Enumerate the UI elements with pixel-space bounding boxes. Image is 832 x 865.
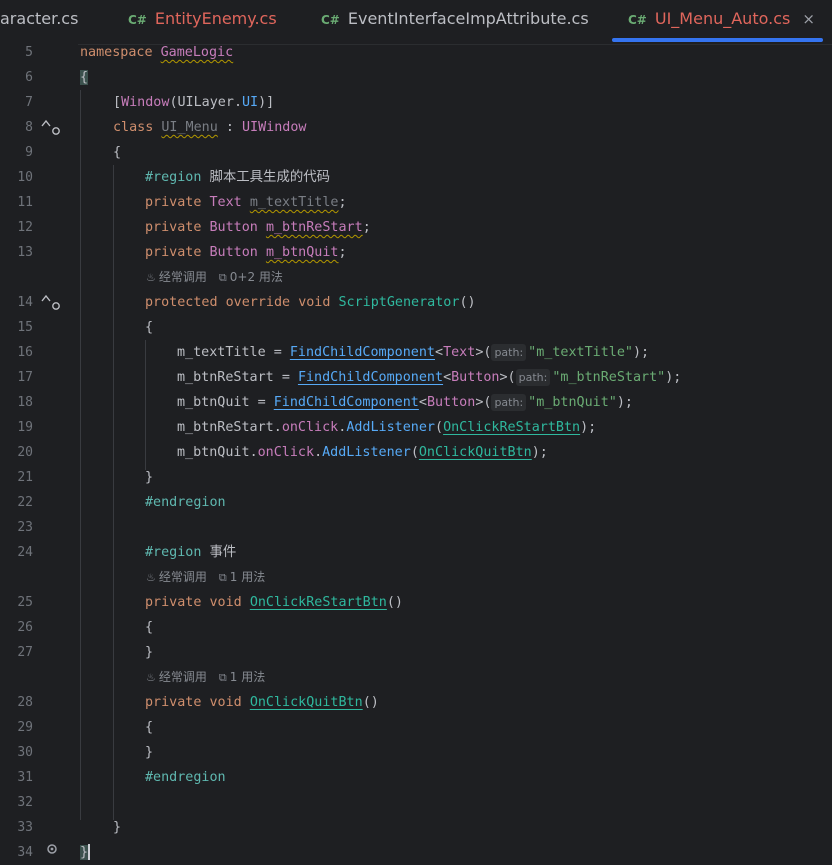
tab-ui-menu-auto[interactable]: C# UI_Menu_Auto.cs ×	[612, 0, 823, 44]
code-line: }	[80, 844, 91, 860]
indent-guide	[80, 90, 81, 820]
flame-icon: ♨	[146, 571, 156, 584]
line-number: 22	[17, 495, 33, 510]
code-vision-hint[interactable]: ♨ 经常调用 ⧉ 1 用法	[146, 665, 265, 690]
line-number: 19	[17, 420, 33, 435]
flame-icon: ♨	[146, 671, 156, 684]
code-line: {	[145, 320, 154, 335]
close-icon[interactable]: ×	[802, 10, 815, 28]
tab-event-interface[interactable]: C# EventInterfaceImpAttribute.cs	[321, 0, 589, 44]
code-line: private void OnClickQuitBtn()	[145, 695, 379, 710]
code-line: #region 事件	[145, 545, 237, 560]
line-number-gutter: 5 6 7 8 9 10 11 12 13 14 15 16 17 18 19 …	[0, 44, 78, 860]
tab-label: aracter.cs	[0, 9, 79, 28]
line-number: 34	[17, 845, 33, 860]
code-line: m_btnQuit.onClick.AddListener(OnClickQui…	[177, 445, 548, 460]
line-number: 11	[17, 195, 33, 210]
line-number: 25	[17, 595, 33, 610]
line-number: 9	[25, 145, 33, 160]
line-number: 21	[17, 470, 33, 485]
line-number: 20	[17, 445, 33, 460]
code-line: [Window(UILayer.UI)]	[113, 95, 275, 110]
line-number: 14	[17, 295, 33, 310]
line-number: 26	[17, 620, 33, 635]
usages-icon: ⧉	[218, 571, 227, 584]
code-line: #region 脚本工具生成的代码	[145, 170, 331, 185]
code-line: {	[145, 620, 154, 635]
code-line: #endregion	[145, 770, 226, 785]
code-line: }	[145, 470, 154, 485]
line-number: 6	[25, 70, 33, 85]
indent-guide	[145, 340, 146, 470]
editor-tab-bar: aracter.cs C# EntityEnemy.cs C# EventInter…	[0, 0, 832, 45]
line-number: 17	[17, 370, 33, 385]
usages-icon: ⧉	[218, 671, 227, 684]
usages-icon: ⧉	[218, 271, 227, 284]
line-number: 10	[17, 170, 33, 185]
code-line: m_btnReStart = FindChildComponent<Button…	[177, 369, 682, 386]
code-line: m_textTitle = FindChildComponent<Text>(p…	[177, 344, 650, 361]
line-number: 7	[25, 95, 33, 110]
code-line: namespace GameLogic	[80, 45, 234, 60]
line-number: 31	[17, 770, 33, 785]
tab-label: EventInterfaceImpAttribute.cs	[347, 9, 589, 28]
code-line: private void OnClickReStartBtn()	[145, 595, 403, 610]
code-line: m_btnReStart.onClick.AddListener(OnClick…	[177, 420, 597, 435]
code-line: }	[145, 645, 154, 660]
csharp-file-icon: C#	[628, 13, 647, 27]
line-number: 28	[17, 695, 33, 710]
code-line: m_btnQuit = FindChildComponent<Button>(p…	[177, 394, 633, 411]
code-line: private Text m_textTitle;	[145, 195, 347, 210]
text-cursor	[88, 844, 91, 860]
code-line: {	[145, 720, 154, 735]
override-marker-icon[interactable]	[40, 118, 62, 136]
indent-guide	[113, 165, 114, 820]
line-number: 29	[17, 720, 33, 735]
csharp-file-icon: C#	[321, 13, 340, 27]
line-number: 30	[17, 745, 33, 760]
line-number: 23	[17, 520, 33, 535]
gear-icon[interactable]	[44, 841, 60, 855]
line-number: 12	[17, 220, 33, 235]
tab-entity-enemy[interactable]: C# EntityEnemy.cs	[128, 0, 277, 44]
code-vision-hint[interactable]: ♨ 经常调用 ⧉ 1 用法	[146, 565, 265, 590]
code-line: private Button m_btnReStart;	[145, 220, 371, 235]
code-line: protected override void ScriptGenerator(…	[145, 295, 476, 310]
code-line: }	[113, 820, 122, 835]
active-tab-indicator	[612, 38, 823, 42]
line-number: 15	[17, 320, 33, 335]
line-number: 8	[25, 120, 33, 135]
flame-icon: ♨	[146, 271, 156, 284]
line-number: 13	[17, 245, 33, 260]
line-number: 33	[17, 820, 33, 835]
override-marker-icon[interactable]	[40, 293, 62, 311]
code-line: }	[145, 745, 154, 760]
tab-label: UI_Menu_Auto.cs	[654, 9, 791, 28]
code-editor[interactable]: namespace GameLogic { [Window(UILayer.UI…	[78, 44, 832, 860]
code-vision-hint[interactable]: ♨ 经常调用 ⧉ 0+2 用法	[146, 265, 283, 290]
code-line: #endregion	[145, 495, 226, 510]
tab-character[interactable]: aracter.cs	[0, 0, 78, 44]
tab-label: EntityEnemy.cs	[154, 9, 277, 28]
line-number: 27	[17, 645, 33, 660]
code-line: class UI_Menu : UIWindow	[113, 120, 307, 135]
line-number: 24	[17, 545, 33, 560]
code-line: {	[80, 70, 89, 85]
code-line: {	[113, 145, 122, 160]
line-number: 18	[17, 395, 33, 410]
csharp-file-icon: C#	[128, 13, 147, 27]
line-number: 32	[17, 795, 33, 810]
line-number: 16	[17, 345, 33, 360]
line-number: 5	[25, 45, 33, 60]
code-line: private Button m_btnQuit;	[145, 245, 347, 260]
